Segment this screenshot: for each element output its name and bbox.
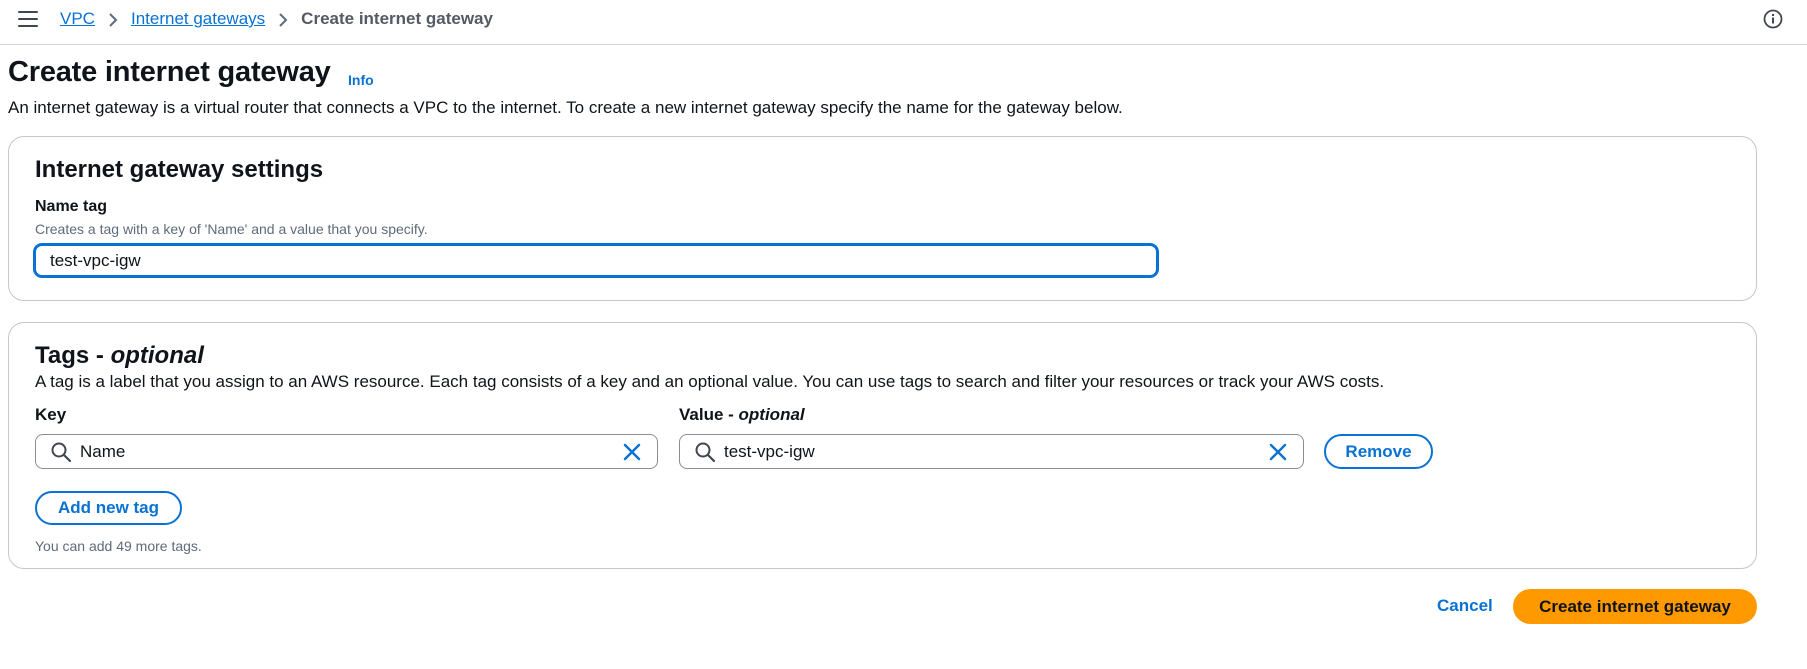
tags-heading-optional: optional — [110, 342, 204, 369]
clear-icon[interactable] — [1267, 441, 1289, 463]
name-tag-label: Name tag — [35, 198, 108, 215]
clear-icon[interactable] — [621, 441, 643, 463]
tag-limit-text: You can add 49 more tags. — [35, 538, 202, 554]
breadcrumb-current: Create internet gateway — [301, 9, 493, 28]
breadcrumb-vpc[interactable]: VPC — [60, 9, 95, 29]
tag-value-value[interactable]: test-vpc-igw — [724, 442, 1267, 462]
info-circle-icon[interactable] — [1763, 9, 1783, 29]
chevron-right-icon — [265, 9, 301, 29]
value-label: Value - optional — [679, 405, 805, 425]
settings-heading: Internet gateway settings — [35, 156, 324, 183]
tags-panel: Tags - optional A tag is a label that yo… — [8, 322, 1757, 569]
value-label-text: Value - — [679, 405, 739, 424]
search-icon — [51, 442, 72, 462]
breadcrumb-internet-gateways[interactable]: Internet gateways — [131, 9, 265, 29]
tag-key-field[interactable]: Name — [35, 434, 658, 469]
tag-value-field[interactable]: test-vpc-igw — [679, 434, 1304, 469]
name-tag-input[interactable] — [34, 244, 1158, 277]
chevron-right-icon — [95, 9, 131, 29]
value-label-optional: optional — [738, 405, 805, 424]
search-icon — [695, 442, 716, 462]
tags-heading-text: Tags - — [35, 342, 111, 369]
create-internet-gateway-button[interactable]: Create internet gateway — [1513, 589, 1757, 624]
breadcrumb: VPC Internet gateways Create internet ga… — [60, 9, 493, 29]
tag-key-value[interactable]: Name — [80, 442, 621, 462]
key-label: Key — [35, 405, 67, 424]
menu-icon[interactable] — [18, 11, 38, 27]
top-navigation-bar: VPC Internet gateways Create internet ga… — [0, 0, 1807, 45]
page-description: An internet gateway is a virtual router … — [8, 98, 1123, 117]
tags-heading: Tags - optional — [35, 342, 204, 370]
tags-description: A tag is a label that you assign to an A… — [35, 372, 1385, 391]
remove-tag-button[interactable]: Remove — [1324, 434, 1433, 469]
page-title: Create internet gateway — [8, 56, 331, 88]
info-link[interactable]: Info — [348, 72, 374, 88]
internet-gateway-settings-panel: Internet gateway settings Name tag Creat… — [8, 136, 1757, 301]
name-tag-description: Creates a tag with a key of 'Name' and a… — [35, 221, 428, 237]
cancel-button[interactable]: Cancel — [1437, 596, 1493, 616]
add-new-tag-button[interactable]: Add new tag — [35, 491, 182, 525]
